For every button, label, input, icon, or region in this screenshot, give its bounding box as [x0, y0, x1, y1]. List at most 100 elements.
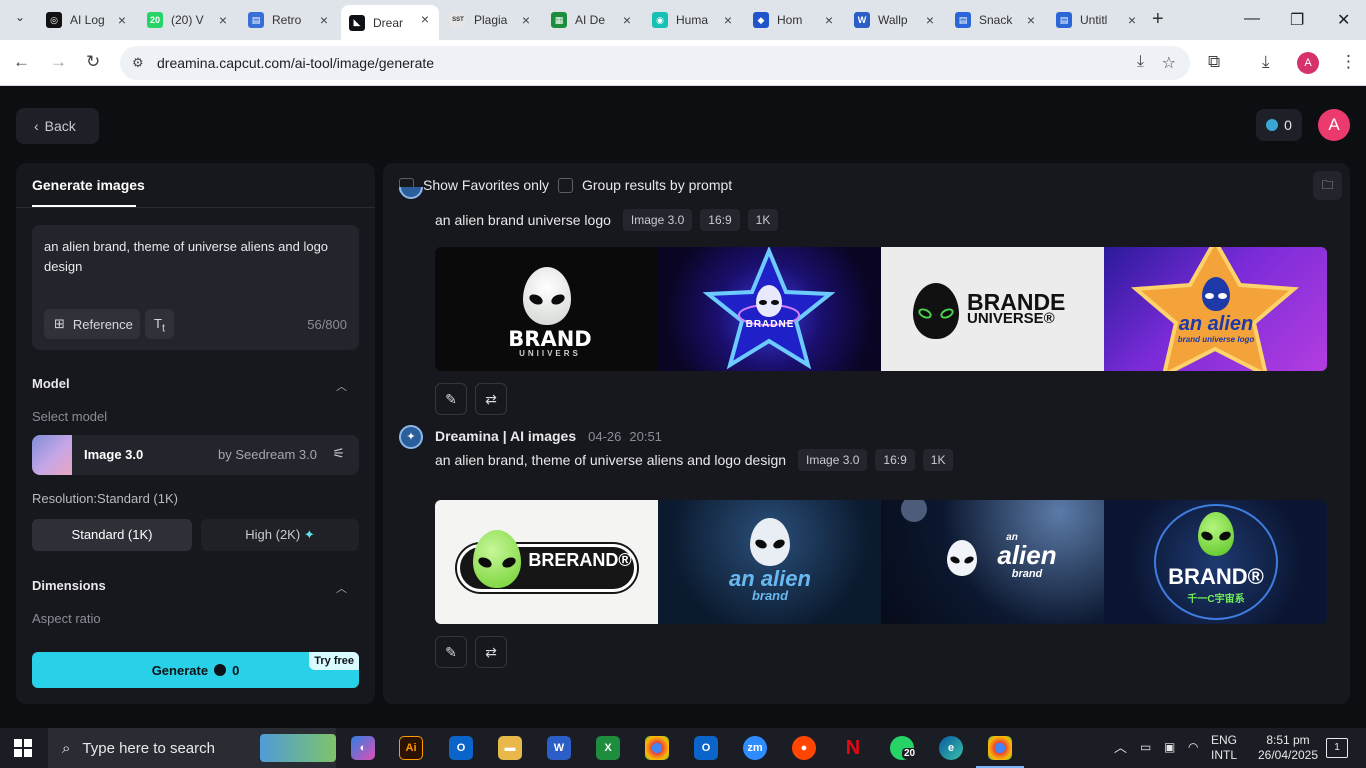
close-tab-icon[interactable]: × [522, 12, 530, 28]
chevron-up-icon[interactable]: ︿ [336, 378, 347, 394]
netflix-icon[interactable]: N [841, 736, 865, 760]
close-tab-icon[interactable]: × [421, 11, 429, 27]
monitor-icon[interactable]: ▣ [1164, 740, 1175, 755]
outlook-new-icon[interactable]: O [694, 736, 718, 760]
group-prompt[interactable]: an alien brand universe logo [435, 212, 611, 228]
minimize-icon[interactable]: — [1244, 10, 1260, 28]
result-image[interactable]: BRANDE UNIVERSE® [881, 247, 1104, 371]
tab-search-icon[interactable]: ⌄ [10, 10, 30, 30]
chevron-up-icon[interactable]: ︿ [336, 580, 347, 596]
close-window-icon[interactable]: ✕ [1337, 10, 1350, 30]
resolution-high-button[interactable]: High (2K) ✦ [201, 519, 359, 551]
regenerate-icon[interactable]: ⇄ [475, 636, 507, 668]
result-image[interactable]: BRAND UNIIVERS [435, 247, 658, 371]
close-tab-icon[interactable]: × [320, 12, 328, 28]
chrome-menu-icon[interactable]: ⋮ [1340, 52, 1357, 72]
windows-start-icon[interactable] [14, 739, 32, 757]
close-tab-icon[interactable]: × [623, 12, 631, 28]
close-tab-icon[interactable]: × [118, 12, 126, 28]
result-image[interactable]: BRAND® 千一C宇宙系 [1104, 500, 1327, 624]
whatsapp-icon[interactable]: 20 [890, 736, 918, 760]
bookmark-star-icon[interactable]: ☆ [1162, 53, 1176, 73]
alien-head-icon [1198, 512, 1234, 556]
close-tab-icon[interactable]: × [1128, 12, 1136, 28]
url-text[interactable]: dreamina.capcut.com/ai-tool/image/genera… [157, 55, 434, 71]
result-image[interactable]: an alien brand [658, 500, 881, 624]
browser-tab[interactable]: ◎ AI Log × [38, 6, 136, 34]
file-explorer-icon[interactable]: ▬ [498, 736, 522, 760]
result-image[interactable]: an alien brand universe logo [1104, 247, 1327, 371]
browser-tab[interactable]: ▦ AI De × [543, 6, 641, 34]
copilot-icon[interactable]: ◐ [351, 736, 375, 760]
chrome-icon[interactable] [645, 736, 669, 760]
close-tab-icon[interactable]: × [724, 12, 732, 28]
new-tab-icon[interactable]: + [1152, 8, 1164, 31]
browser-tab[interactable]: W Wallp × [846, 6, 944, 34]
chrome-active-icon[interactable] [988, 736, 1012, 760]
zoom-icon[interactable]: zm [743, 736, 767, 760]
browser-tab[interactable]: ▤ Untitl × [1048, 6, 1146, 34]
outlook-icon[interactable]: O [449, 736, 473, 760]
result-image[interactable]: BRERAND® [435, 500, 658, 624]
checkbox-icon[interactable] [558, 177, 573, 193]
browser-tab[interactable]: ◉ Huma × [644, 6, 742, 34]
restore-icon[interactable]: ❐ [1290, 10, 1304, 30]
browser-tab[interactable]: ▤ Retro × [240, 6, 338, 34]
dimensions-section-title[interactable]: Dimensions [32, 578, 106, 593]
excel-icon[interactable]: X [596, 736, 620, 760]
prompt-input[interactable]: an alien brand, theme of universe aliens… [32, 225, 359, 350]
edit-pencil-icon[interactable]: ✎ [435, 636, 467, 668]
tab-generate-images[interactable]: Generate images [32, 177, 145, 193]
credits-badge[interactable]: 0 [1256, 109, 1302, 141]
result-image[interactable]: BRADNE [658, 247, 881, 371]
reload-icon[interactable]: ↻ [86, 52, 100, 72]
close-tab-icon[interactable]: × [825, 12, 833, 28]
edge-icon[interactable]: e [939, 736, 963, 760]
clock[interactable]: 8:51 pm 26/04/2025 [1248, 733, 1328, 763]
browser-tab[interactable]: ◣ Drear × [341, 5, 439, 40]
group-time: 20:51 [629, 428, 662, 444]
sliders-icon[interactable]: ⚟ [332, 445, 345, 462]
reference-button[interactable]: ⊞ Reference [44, 309, 140, 339]
back-arrow-icon[interactable]: ← [13, 52, 30, 72]
text-style-icon[interactable]: Tt [145, 309, 174, 339]
extensions-icon[interactable]: ⧉ [1208, 52, 1220, 72]
group-by-prompt-checkbox[interactable]: Group results by prompt [558, 177, 732, 193]
back-button[interactable]: ‹ Back [16, 108, 99, 144]
user-avatar[interactable]: A [1318, 109, 1350, 141]
profile-avatar[interactable]: A [1297, 52, 1319, 74]
regenerate-icon[interactable]: ⇄ [475, 383, 507, 415]
wifi-icon[interactable]: ◠ [1188, 740, 1198, 755]
close-tab-icon[interactable]: × [1027, 12, 1035, 28]
result-image[interactable]: an alien brand [881, 500, 1104, 624]
battery-icon[interactable]: ▭ [1140, 740, 1151, 755]
language-indicator[interactable]: ENG INTL [1206, 733, 1242, 763]
taskbar-search[interactable]: ⌕ Type here to search [48, 728, 336, 768]
reddit-icon[interactable]: ● [792, 736, 816, 760]
model-section-title[interactable]: Model [32, 376, 70, 391]
tray-chevron-icon[interactable]: ︿ [1114, 740, 1127, 755]
install-icon[interactable]: ⤓ [1137, 53, 1144, 71]
downloads-icon[interactable]: ⤓ [1262, 52, 1270, 72]
illustrator-icon[interactable]: Ai [399, 736, 423, 760]
close-tab-icon[interactable]: × [926, 12, 934, 28]
group-prompt[interactable]: an alien brand, theme of universe aliens… [435, 452, 786, 468]
model-select[interactable]: Image 3.0 by Seedream 3.0 ⚟ [32, 435, 359, 475]
ratio-tag: 16:9 [700, 209, 740, 231]
tab-title: AI De [575, 13, 606, 27]
browser-tab[interactable]: 20 (20) V × [139, 6, 237, 34]
prompt-text[interactable]: an alien brand, theme of universe aliens… [44, 237, 334, 277]
resolution-standard-button[interactable]: Standard (1K) [32, 519, 192, 551]
edit-pencil-icon[interactable]: ✎ [435, 383, 467, 415]
generate-button[interactable]: Generate 0 Try free [32, 652, 359, 688]
browser-tab[interactable]: ◆ Hom × [745, 6, 843, 34]
site-info-icon[interactable]: ⚙ [132, 55, 144, 71]
browser-tab[interactable]: SST Plagia × [442, 6, 540, 34]
folder-icon[interactable]: 🗀 [1313, 171, 1342, 200]
close-tab-icon[interactable]: × [219, 12, 227, 28]
notifications-icon[interactable]: 1 [1326, 738, 1348, 758]
word-icon[interactable]: W [547, 736, 571, 760]
forward-arrow-icon[interactable]: → [50, 52, 67, 72]
browser-tab[interactable]: ▤ Snack × [947, 6, 1045, 34]
address-bar[interactable]: ⚙ dreamina.capcut.com/ai-tool/image/gene… [120, 46, 1190, 80]
